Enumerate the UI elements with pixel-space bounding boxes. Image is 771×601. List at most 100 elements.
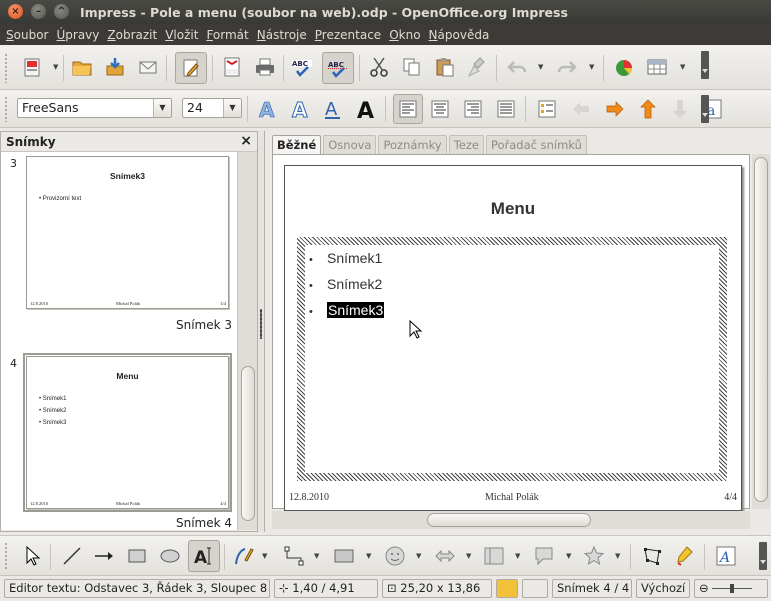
tab-notes[interactable]: Poznámky: [378, 135, 447, 154]
chevron-down-icon[interactable]: ▼: [223, 99, 241, 117]
select-pointer-icon[interactable]: [20, 544, 44, 568]
align-right-icon[interactable]: [461, 97, 485, 121]
tab-outline[interactable]: Osnova: [323, 135, 377, 154]
basic-shapes-icon[interactable]: [332, 544, 356, 568]
font-name-select[interactable]: FreeSans ▼: [17, 98, 172, 118]
text-frame[interactable]: • Snímek1 • Snímek2 • Snímek3: [297, 237, 727, 481]
print-icon[interactable]: [253, 55, 277, 79]
edit-file-icon[interactable]: [175, 52, 207, 84]
scrollbar-thumb[interactable]: [754, 157, 768, 502]
text-tool-icon[interactable]: A: [188, 540, 220, 572]
zoom-track[interactable]: [712, 584, 753, 593]
close-window-button[interactable]: ×: [8, 4, 23, 19]
block-arrows-dropdown-icon[interactable]: ▼: [466, 544, 474, 568]
curve-dropdown-icon[interactable]: ▼: [262, 544, 270, 568]
symbol-shapes-icon[interactable]: [383, 544, 407, 568]
chevron-down-icon[interactable]: ▼: [153, 99, 171, 117]
toolbar-grip[interactable]: [4, 53, 9, 83]
ellipse-icon[interactable]: [158, 544, 182, 568]
bullet-item[interactable]: • Snímek3: [309, 299, 385, 325]
clone-formatting-icon[interactable]: [466, 55, 490, 79]
arrow-right-icon[interactable]: [603, 97, 627, 121]
fontwork-icon[interactable]: [673, 544, 697, 568]
scrollbar-thumb[interactable]: [241, 366, 255, 521]
undo-icon[interactable]: [505, 55, 529, 79]
toolbar-overflow-icon[interactable]: [759, 542, 767, 570]
menu-soubor[interactable]: Soubor: [2, 28, 52, 42]
menu-okno[interactable]: Okno: [385, 28, 424, 42]
callouts-dropdown-icon[interactable]: ▼: [566, 544, 574, 568]
line-icon[interactable]: [60, 544, 84, 568]
rectangle-icon[interactable]: [125, 544, 149, 568]
slide-thumbnail-4[interactable]: Menu • Snímek1 • Snímek2 • Snímek3 12.8.…: [23, 353, 232, 512]
menu-zobrazit[interactable]: Zobrazit: [103, 28, 161, 42]
menu-napoveda[interactable]: Nápověda: [425, 28, 494, 42]
callouts-icon[interactable]: [532, 544, 556, 568]
menu-prezentace[interactable]: Prezentace: [311, 28, 385, 42]
email-icon[interactable]: [136, 55, 160, 79]
export-pdf-icon[interactable]: [220, 55, 244, 79]
points-icon[interactable]: [640, 544, 664, 568]
document-modified-icon[interactable]: [496, 579, 518, 598]
arrow-up-icon[interactable]: [636, 97, 660, 121]
flowchart-icon[interactable]: [482, 544, 506, 568]
toolbar-overflow-icon[interactable]: [701, 51, 709, 79]
autospellcheck-icon[interactable]: ABC: [322, 52, 354, 84]
copy-icon[interactable]: [400, 55, 424, 79]
spellcheck-icon[interactable]: ABC: [290, 55, 314, 79]
save-icon[interactable]: [103, 55, 127, 79]
menu-upravy[interactable]: Úpravy: [52, 28, 103, 42]
table-icon[interactable]: [645, 55, 669, 79]
toolbar-grip[interactable]: [4, 542, 9, 570]
menu-nastroje[interactable]: Nástroje: [253, 28, 311, 42]
paste-icon[interactable]: [433, 55, 457, 79]
zoom-slider[interactable]: ⊖: [694, 579, 768, 598]
tab-normal[interactable]: Běžné: [272, 135, 322, 154]
align-left-icon[interactable]: [393, 94, 423, 124]
connector-dropdown-icon[interactable]: ▼: [314, 544, 322, 568]
zoom-handle[interactable]: [730, 584, 735, 593]
slide-thumbnail-3[interactable]: Snímek3 • Provizorní text 12.8.2010 Mich…: [26, 156, 229, 309]
underline-font-icon[interactable]: A: [321, 97, 345, 121]
bullet-item[interactable]: • Snímek2: [309, 273, 384, 299]
signature-field[interactable]: [522, 579, 548, 598]
line-arrow-icon[interactable]: [92, 544, 116, 568]
new-document-icon[interactable]: [20, 55, 44, 79]
horizontal-scrollbar[interactable]: [272, 511, 750, 529]
bullet-item[interactable]: • Snímek1: [309, 247, 384, 273]
bullets-icon[interactable]: [535, 97, 559, 121]
minimize-window-button[interactable]: –: [31, 4, 46, 19]
tab-slide-sorter[interactable]: Pořadač snímků: [485, 135, 587, 154]
toolbar-overflow-icon[interactable]: [701, 95, 709, 123]
slide-title[interactable]: Menu: [285, 199, 741, 219]
status-layout[interactable]: Výchozí: [636, 579, 690, 598]
justify-icon[interactable]: [494, 97, 518, 121]
vertical-scrollbar[interactable]: [752, 154, 770, 509]
redo-dropdown-icon[interactable]: ▼: [589, 55, 597, 79]
menu-format[interactable]: Formát: [202, 28, 252, 42]
redo-icon[interactable]: [555, 55, 579, 79]
slide[interactable]: Menu • Snímek1 • Snímek2 • Snímek3 12.8.201…: [284, 165, 742, 511]
text-frame-icon[interactable]: A: [714, 544, 738, 568]
scrollbar-thumb[interactable]: [427, 513, 591, 527]
block-arrows-icon[interactable]: [433, 544, 457, 568]
undo-dropdown-icon[interactable]: ▼: [538, 55, 546, 79]
shadow-font-icon[interactable]: A: [255, 97, 279, 121]
text-frame-content[interactable]: • Snímek1 • Snímek2 • Snímek3: [305, 245, 719, 473]
chart-icon[interactable]: [612, 55, 636, 79]
arrow-left-icon[interactable]: [569, 97, 593, 121]
flowchart-dropdown-icon[interactable]: ▼: [515, 544, 523, 568]
close-icon[interactable]: ×: [240, 133, 252, 149]
arrow-down-icon[interactable]: [668, 97, 692, 121]
basic-shapes-dropdown-icon[interactable]: ▼: [366, 544, 374, 568]
stars-icon[interactable]: [582, 544, 606, 568]
bold-font-icon[interactable]: A: [354, 97, 378, 121]
outline-font-icon[interactable]: A: [288, 97, 312, 121]
open-folder-icon[interactable]: [70, 55, 94, 79]
symbol-shapes-dropdown-icon[interactable]: ▼: [416, 544, 424, 568]
cut-icon[interactable]: [367, 55, 391, 79]
tab-handout[interactable]: Teze: [448, 135, 484, 154]
align-center-icon[interactable]: [428, 97, 452, 121]
menu-vlozit[interactable]: Vložit: [161, 28, 202, 42]
maximize-window-button[interactable]: ^: [54, 4, 69, 19]
